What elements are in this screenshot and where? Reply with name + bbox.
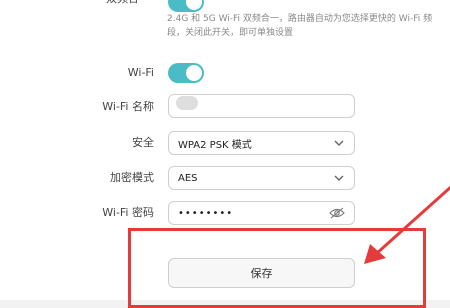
dual-band-label: 双频合一 <box>60 0 150 8</box>
toggle-knob <box>186 65 202 81</box>
wifi-toggle[interactable] <box>168 63 204 83</box>
dual-band-hint: 2.4G 和 5G Wi-Fi 双频合一，路由器自动为您选择更快的 Wi-Fi … <box>167 14 433 38</box>
encryption-value: AES <box>178 172 198 184</box>
security-value: WPA2 PSK 模式 <box>178 139 252 151</box>
eye-icon[interactable] <box>329 207 345 219</box>
password-input[interactable]: •••••••• <box>168 201 355 225</box>
password-label: Wi-Fi 密码 <box>102 206 154 219</box>
password-value: •••••••• <box>178 207 234 219</box>
chevron-down-icon <box>334 175 344 181</box>
wifi-label: Wi-Fi <box>127 66 154 79</box>
security-select[interactable]: WPA2 PSK 模式 <box>168 131 355 155</box>
chevron-down-icon <box>334 140 344 146</box>
encryption-select[interactable]: AES <box>168 166 355 190</box>
dual-band-toggle[interactable] <box>168 0 204 12</box>
toggle-knob <box>186 0 202 10</box>
security-label: 安全 <box>132 136 154 149</box>
annotation-highlight-box <box>128 228 426 308</box>
blurred-name <box>176 96 198 110</box>
wifi-name-label: Wi-Fi 名称 <box>102 100 154 113</box>
wifi-settings-panel: 双频合一 2.4G 和 5G Wi-Fi 双频合一，路由器自动为您选择更快的 W… <box>0 0 450 308</box>
encryption-label: 加密模式 <box>110 171 154 184</box>
